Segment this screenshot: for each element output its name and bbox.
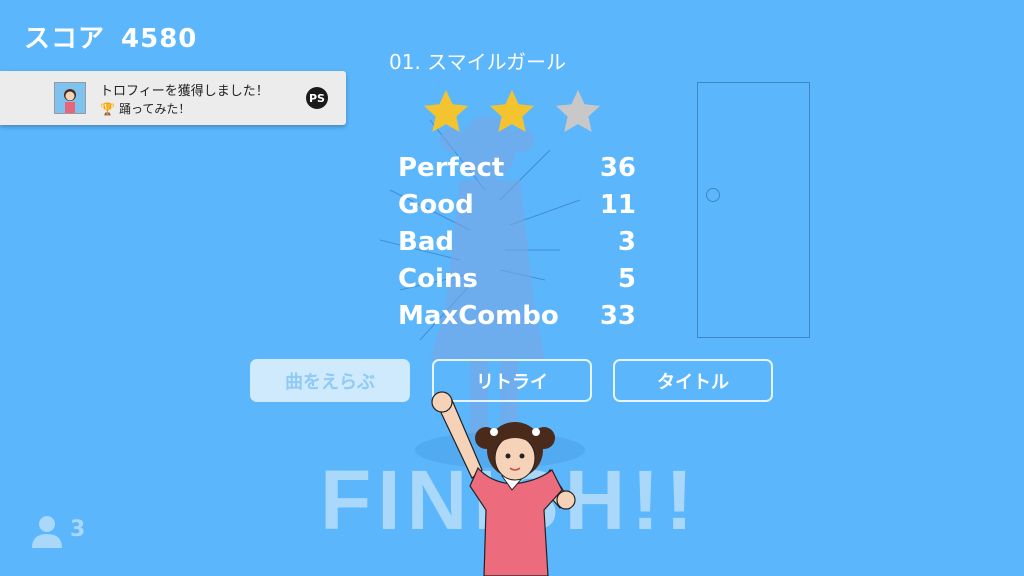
trophy-icon: 🏆 [100,102,115,116]
person-icon [32,516,62,548]
select-song-button[interactable]: 曲をえらぶ [250,359,410,402]
score-display: スコア 4580 [24,18,197,55]
result-row: Perfect 36 [398,153,636,190]
result-label: Good [398,190,474,220]
score-value: 4580 [121,24,198,54]
song-title: 01. スマイルガール [389,50,566,74]
result-row: Coins 5 [398,264,636,301]
trophy-thumbnail [54,82,86,114]
result-row: MaxCombo 33 [398,301,636,338]
result-value: 11 [599,190,636,220]
title-button[interactable]: タイトル [613,359,773,402]
result-value: 5 [617,264,636,294]
result-value: 33 [599,301,636,331]
result-label: Perfect [398,153,505,183]
score-label: スコア [24,24,106,54]
result-value: 3 [617,227,636,257]
player-count: 3 [30,514,85,554]
trophy-name: 踊ってみた！ [118,102,191,116]
result-label: MaxCombo [398,301,559,331]
playstation-icon: PS [306,87,328,109]
result-value: 36 [599,153,636,183]
star-icon-filled [423,89,469,132]
star-icon-empty [555,89,601,132]
star-icon-filled [489,89,535,132]
cheering-girl [431,391,576,576]
door-knob [706,188,720,202]
result-row: Good 11 [398,190,636,227]
result-row: Bad 3 [398,227,636,264]
trophy-name-row: 🏆 踊ってみた！ [100,100,190,117]
player-count-value: 3 [70,517,86,542]
trophy-notification: トロフィーを獲得しました！ 🏆 踊ってみた！ PS [0,71,346,125]
result-label: Coins [398,264,478,294]
results-table: Perfect 36 Good 11 Bad 3 Coins 5 MaxCombo 33 [398,153,636,338]
trophy-title: トロフィーを獲得しました！ [100,84,269,99]
result-label: Bad [398,227,454,257]
door [697,82,810,338]
